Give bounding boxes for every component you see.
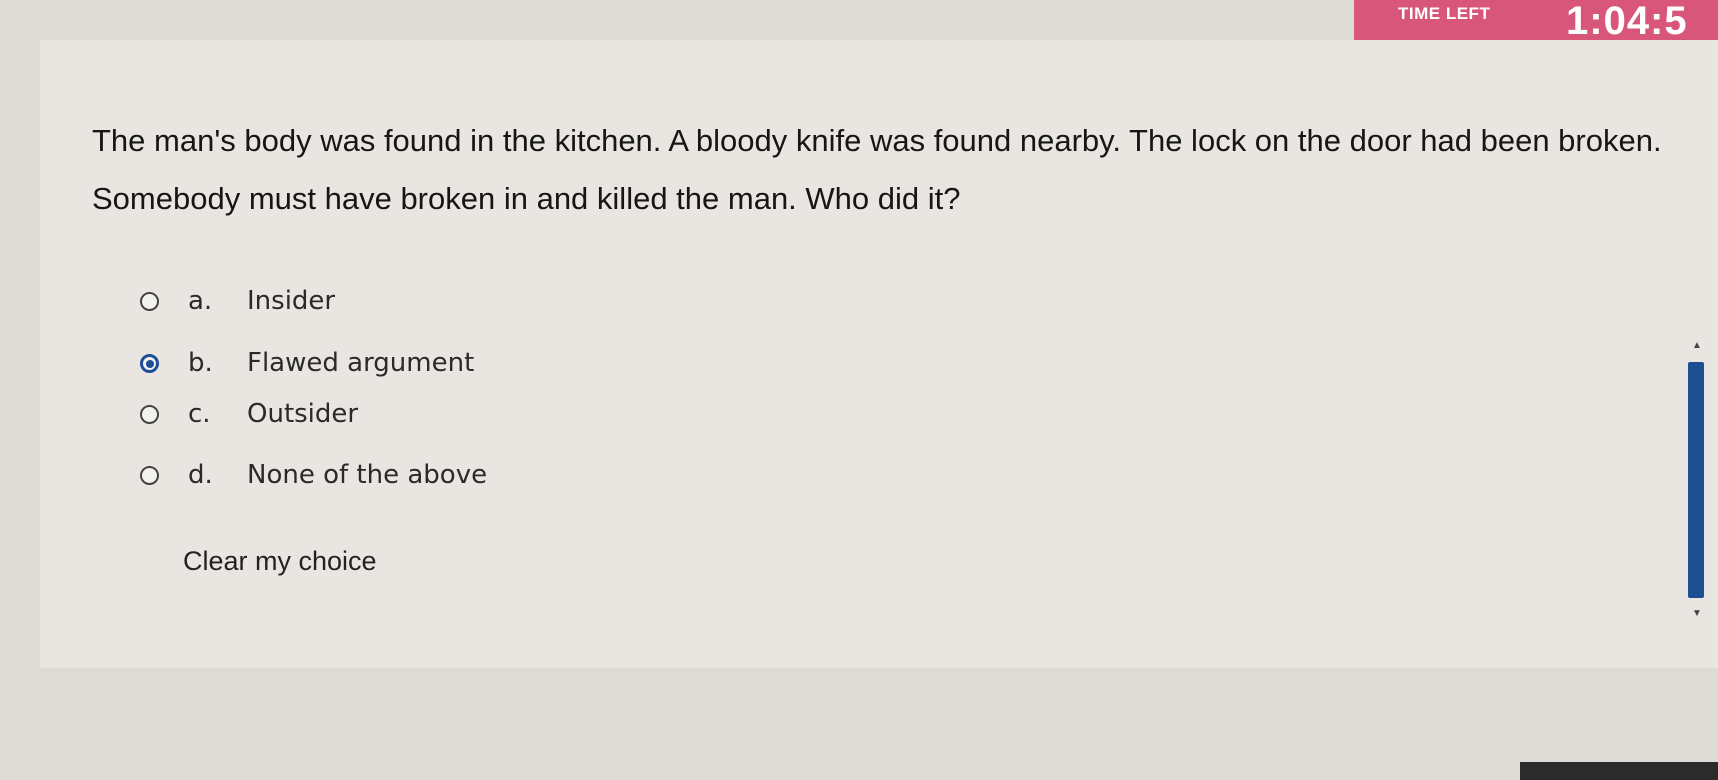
option-b-label: Flawed argument <box>247 348 475 378</box>
option-a[interactable]: a. Insider <box>140 286 560 326</box>
option-c-letter: c. <box>188 399 211 429</box>
caret-up-icon[interactable]: ▲ <box>1692 340 1702 351</box>
scroll-thumb[interactable] <box>1688 362 1704 598</box>
radio-option-b[interactable] <box>140 354 159 373</box>
bottom-edge-bar <box>1520 762 1718 780</box>
option-b-letter: b. <box>188 348 213 378</box>
option-c-label: Outsider <box>247 399 359 429</box>
radio-option-c[interactable] <box>140 405 159 424</box>
time-left-value: 1:04:5 <box>1566 0 1688 43</box>
clear-my-choice-link[interactable]: Clear my choice <box>183 546 377 577</box>
time-left-label: TIME LEFT <box>1398 4 1491 23</box>
option-d[interactable]: d. None of the above <box>140 460 560 500</box>
option-d-letter: d. <box>188 460 213 490</box>
option-c[interactable]: c. Outsider <box>140 399 560 439</box>
radio-option-a[interactable] <box>140 292 159 311</box>
option-a-label: Insider <box>247 286 336 316</box>
vertical-scrollbar[interactable]: ▲ ▼ <box>1686 340 1706 640</box>
option-d-label: None of the above <box>247 460 488 490</box>
option-b[interactable]: b. Flawed argument <box>140 348 560 388</box>
question-text: The man's body was found in the kitchen.… <box>92 123 1662 216</box>
caret-down-icon[interactable]: ▼ <box>1692 608 1702 619</box>
radio-option-d[interactable] <box>140 466 159 485</box>
option-a-letter: a. <box>188 286 213 316</box>
